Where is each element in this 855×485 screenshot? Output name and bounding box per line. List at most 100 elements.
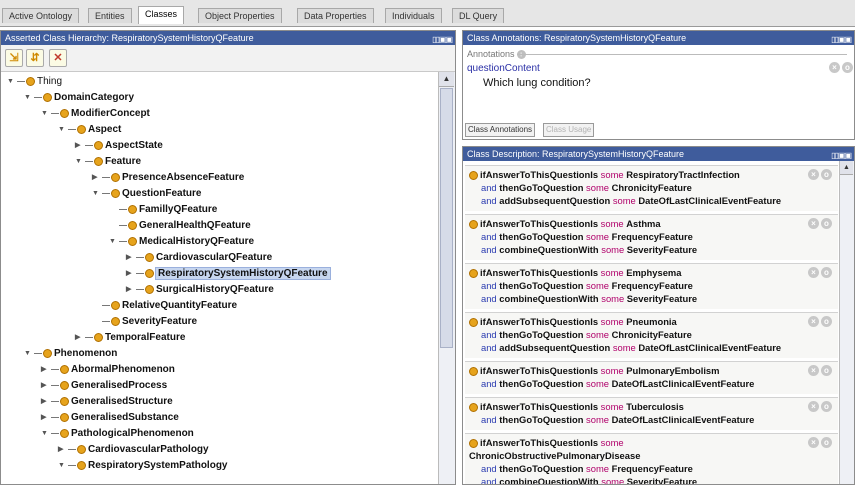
axiom-item[interactable]: ifAnswerToThisQuestionIs some Tuberculos… xyxy=(465,397,838,430)
axiom-item[interactable]: ifAnswerToThisQuestionIs some Pneumonia a… xyxy=(465,312,838,358)
expanded-arrow-icon[interactable]: ▼ xyxy=(24,346,34,361)
add-subclass-icon[interactable]: ⇲ xyxy=(5,49,23,67)
expanded-arrow-icon[interactable]: ▼ xyxy=(92,186,102,201)
expanded-arrow-icon[interactable]: ▼ xyxy=(75,154,85,169)
tree-node[interactable]: RelativeQuantityFeature xyxy=(92,298,237,313)
tree-node[interactable]: ▼ Thing xyxy=(7,74,62,89)
delete-axiom-icon[interactable]: × xyxy=(808,365,819,376)
delete-axiom-icon[interactable]: × xyxy=(808,437,819,448)
tree-node[interactable]: ▶ GeneralisedStructure xyxy=(41,394,173,409)
scroll-up-icon[interactable]: ▲ xyxy=(439,72,454,87)
collapsed-arrow-icon[interactable]: ▶ xyxy=(41,410,51,425)
tree-node[interactable]: ▶ CardiovascularPathology xyxy=(58,442,209,457)
tree-node[interactable]: ▶ RespiratorySystemHistoryQFeature xyxy=(126,266,331,281)
expanded-arrow-icon[interactable]: ▼ xyxy=(24,90,34,105)
edit-axiom-icon[interactable]: o xyxy=(821,218,832,229)
edit-axiom-icon[interactable]: o xyxy=(821,401,832,412)
tree-node[interactable]: ▼ PathologicalPhenomenon xyxy=(41,426,194,441)
window-controls-icon[interactable]: ▯▯▣▣ xyxy=(831,149,852,161)
scroll-up-icon[interactable]: ▲ xyxy=(840,161,853,175)
delete-axiom-icon[interactable]: × xyxy=(808,401,819,412)
expanded-arrow-icon[interactable]: ▼ xyxy=(41,106,51,121)
tree-connector xyxy=(85,145,93,146)
tab-active-ontology[interactable]: Active Ontology xyxy=(2,8,80,23)
tree-node[interactable]: GeneralHealthQFeature xyxy=(109,218,251,233)
edit-axiom-icon[interactable]: o xyxy=(821,169,832,180)
tree-node[interactable]: ▶ AbormalPhenomenon xyxy=(41,362,175,377)
tree-node[interactable]: ▼ MedicalHistoryQFeature xyxy=(109,234,254,249)
expanded-arrow-icon[interactable]: ▼ xyxy=(41,426,51,441)
axiom-item[interactable]: ifAnswerToThisQuestionIs some ChronicObs… xyxy=(465,433,838,484)
expanded-arrow-icon[interactable]: ▼ xyxy=(7,74,17,89)
axiom-item[interactable]: ifAnswerToThisQuestionIs some PulmonaryE… xyxy=(465,361,838,394)
edit-axiom-icon[interactable]: o xyxy=(821,267,832,278)
expanded-arrow-icon[interactable]: ▼ xyxy=(58,458,68,473)
window-controls-icon[interactable]: ▯▯▣▣ xyxy=(432,33,453,45)
tree-node[interactable]: ▼ Aspect xyxy=(58,122,121,137)
edit-axiom-icon[interactable]: o xyxy=(821,316,832,327)
class-usage-button[interactable]: Class Usage xyxy=(543,123,595,137)
tab-entities[interactable]: Entities xyxy=(88,8,132,23)
edit-axiom-icon[interactable]: o xyxy=(821,437,832,448)
tree-node[interactable]: ▶ TemporalFeature xyxy=(75,330,185,345)
axiom-item[interactable]: ifAnswerToThisQuestionIs some Asthma and … xyxy=(465,214,838,260)
collapsed-arrow-icon[interactable]: ▶ xyxy=(58,442,68,457)
tree-scrollbar[interactable]: ▲ xyxy=(438,72,455,484)
tree-node[interactable]: ▶ PresenceAbsenceFeature xyxy=(92,170,244,185)
scroll-thumb[interactable] xyxy=(440,88,453,348)
edit-axiom-icon[interactable]: o xyxy=(821,365,832,376)
expanded-arrow-icon[interactable]: ▼ xyxy=(58,122,68,137)
property-name: thenGoToQuestion xyxy=(496,463,584,474)
delete-axiom-icon[interactable]: × xyxy=(808,169,819,180)
expanded-arrow-icon[interactable]: ▼ xyxy=(109,234,119,249)
tree-node[interactable]: ▶ SurgicalHistoryQFeature xyxy=(126,282,274,297)
collapsed-arrow-icon[interactable]: ▶ xyxy=(126,282,136,297)
add-sibling-icon[interactable]: ⇵ xyxy=(26,49,44,67)
window-controls-icon[interactable]: ▯▯▣▣ xyxy=(831,33,852,45)
delete-axiom-icon[interactable]: × xyxy=(808,267,819,278)
class-annotations-title: Class Annotations: RespiratorySystemHist… xyxy=(463,31,854,45)
delete-axiom-icon[interactable]: × xyxy=(808,316,819,327)
tree-node[interactable]: ▼ RespiratorySystemPathology xyxy=(58,458,228,473)
delete-annotation-icon[interactable]: × xyxy=(829,62,840,73)
tree-node[interactable]: ▶ GeneralisedProcess xyxy=(41,378,167,393)
tree-node[interactable]: ▼ Phenomenon xyxy=(24,346,117,361)
collapsed-arrow-icon[interactable]: ▶ xyxy=(75,138,85,153)
tab-dl-query[interactable]: DL Query xyxy=(452,8,505,23)
tree-node[interactable]: ▼ Feature xyxy=(75,154,141,169)
description-scrollbar[interactable]: ▲ xyxy=(839,161,854,484)
tree-node[interactable]: FamillyQFeature xyxy=(109,202,217,217)
class-icon xyxy=(469,269,478,279)
tree-node[interactable]: ▶ CardiovascularQFeature xyxy=(126,250,272,265)
tree-node[interactable]: ▶ GeneralisedSubstance xyxy=(41,410,179,425)
collapsed-arrow-icon[interactable]: ▶ xyxy=(41,362,51,377)
collapsed-arrow-icon[interactable]: ▶ xyxy=(92,170,102,185)
class-name: FrequencyFeature xyxy=(611,231,693,242)
annotation-property[interactable]: questionContent xyxy=(467,63,540,74)
class-annotations-button[interactable]: Class Annotations xyxy=(465,123,536,137)
tree-node[interactable]: SeverityFeature xyxy=(92,314,197,329)
tree-node[interactable]: ▼ ModifierConcept xyxy=(41,106,150,121)
tree-node[interactable]: ▼ DomainCategory xyxy=(24,90,134,105)
delete-axiom-icon[interactable]: × xyxy=(808,218,819,229)
tree-node-label: RespiratorySystemPathology xyxy=(88,460,228,471)
tree-node[interactable]: ▶ AspectState xyxy=(75,138,163,153)
tree-connector xyxy=(34,353,42,354)
axiom-item[interactable]: ifAnswerToThisQuestionIs some Respirator… xyxy=(465,165,838,211)
tree-node[interactable]: ▼ QuestionFeature xyxy=(92,186,201,201)
edit-annotation-icon[interactable]: o xyxy=(842,62,853,73)
tab-object-properties[interactable]: Object Properties xyxy=(198,8,282,23)
and-keyword: and xyxy=(481,293,497,304)
delete-class-icon[interactable]: ✕ xyxy=(49,49,67,67)
class-name: Asthma xyxy=(626,218,661,229)
tab-classes[interactable]: Classes xyxy=(138,6,185,24)
tab-data-properties[interactable]: Data Properties xyxy=(297,8,374,23)
property-name: ifAnswerToThisQuestionIs xyxy=(480,267,599,278)
collapsed-arrow-icon[interactable]: ▶ xyxy=(75,330,85,345)
collapsed-arrow-icon[interactable]: ▶ xyxy=(126,266,136,281)
collapsed-arrow-icon[interactable]: ▶ xyxy=(41,394,51,409)
tab-individuals[interactable]: Individuals xyxy=(385,8,442,23)
collapsed-arrow-icon[interactable]: ▶ xyxy=(41,378,51,393)
collapsed-arrow-icon[interactable]: ▶ xyxy=(126,250,136,265)
axiom-item[interactable]: ifAnswerToThisQuestionIs some Emphysema a… xyxy=(465,263,838,309)
